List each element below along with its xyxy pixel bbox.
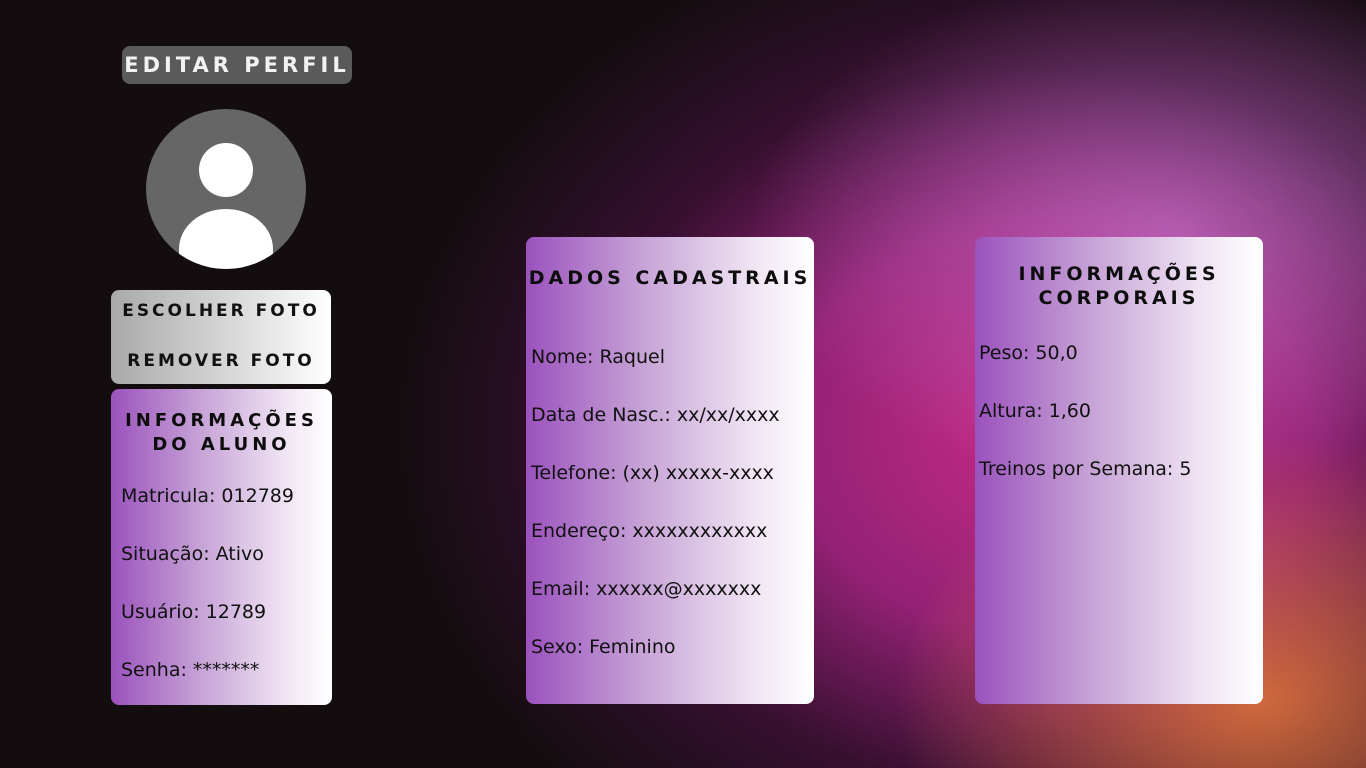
registration-data-title: DADOS CADASTRAIS (528, 267, 812, 289)
address-field: Endereço: xxxxxxxxxxxx (531, 520, 768, 542)
username-field: Usuário: 12789 (121, 601, 267, 623)
registration-number-field: Matricula: 012789 (121, 485, 294, 507)
page-title: EDITAR PERFIL (122, 46, 352, 84)
avatar (146, 109, 306, 269)
weight-field: Peso: 50,0 (979, 342, 1078, 364)
user-shoulders (179, 209, 273, 269)
student-info-title: INFORMAÇÕES DO ALUNO (111, 409, 332, 457)
password-field: Senha: ******* (121, 659, 260, 681)
body-info-title-line1: INFORMAÇÕES (1018, 263, 1220, 285)
photo-actions: ESCOLHER FOTO REMOVER FOTO (111, 290, 331, 384)
registration-data-card: DADOS CADASTRAIS Nome: Raquel Data de Na… (526, 237, 814, 704)
student-info-title-line1: INFORMAÇÕES (125, 410, 318, 431)
student-info-card: INFORMAÇÕES DO ALUNO Matricula: 012789 S… (111, 389, 332, 705)
phone-field: Telefone: (xx) xxxxx-xxxx (531, 462, 774, 484)
user-silhouette-icon (199, 143, 253, 197)
remove-photo-button[interactable]: REMOVER FOTO (111, 351, 331, 371)
body-info-title: INFORMAÇÕES CORPORAIS (975, 262, 1263, 310)
choose-photo-button[interactable]: ESCOLHER FOTO (111, 301, 331, 321)
workouts-per-week-field: Treinos por Semana: 5 (979, 458, 1192, 480)
body-info-title-line2: CORPORAIS (1038, 287, 1200, 309)
name-field: Nome: Raquel (531, 346, 665, 368)
email-field: Email: xxxxxx@xxxxxxx (531, 578, 762, 600)
status-field: Situação: Ativo (121, 543, 264, 565)
sex-field: Sexo: Feminino (531, 636, 676, 658)
body-info-card: INFORMAÇÕES CORPORAIS Peso: 50,0 Altura:… (975, 237, 1263, 704)
student-info-title-line2: DO ALUNO (152, 434, 291, 455)
height-field: Altura: 1,60 (979, 400, 1091, 422)
birthdate-field: Data de Nasc.: xx/xx/xxxx (531, 404, 780, 426)
